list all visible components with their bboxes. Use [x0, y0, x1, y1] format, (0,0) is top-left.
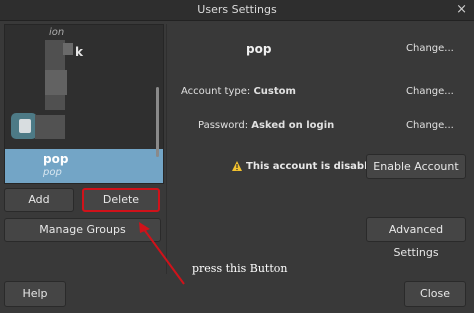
annotation-text: press this Button — [192, 262, 288, 275]
users-settings-window: Users Settings × ion k pop pop Add Delet… — [0, 0, 474, 313]
